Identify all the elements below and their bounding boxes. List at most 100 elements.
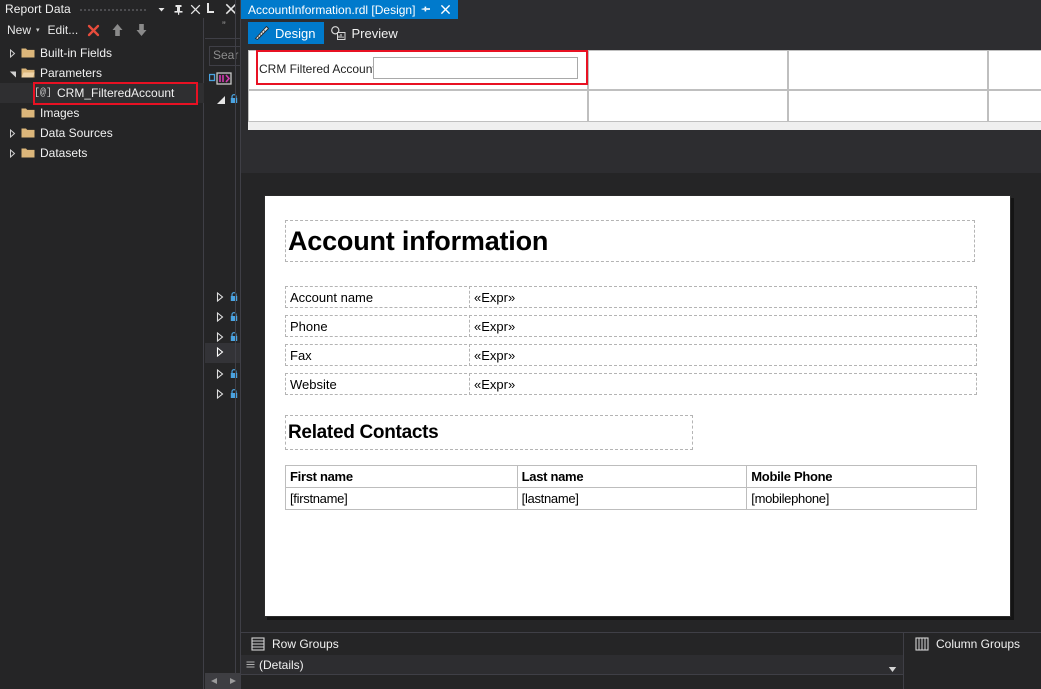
toolbox-scroll-arrows[interactable] <box>205 673 240 689</box>
tree-item-label: Images <box>40 106 80 120</box>
new-button[interactable]: New <box>4 21 34 39</box>
tree-item-built-in-fields[interactable]: Built-in Fields <box>0 43 204 63</box>
groups-pane: Row Groups Column Groups (Details) <box>241 632 1041 689</box>
table-row: [firstname] [lastname] [mobilephone] <box>285 487 977 510</box>
row-groups-list: (Details) <box>241 655 903 689</box>
parameter-icon: [@] <box>33 87 52 99</box>
tab-design[interactable]: Design <box>248 22 325 44</box>
tree-item-label: Parameters <box>40 66 103 80</box>
toolbox-lock-icon <box>230 291 238 305</box>
folder-open-icon <box>19 63 36 83</box>
move-up-arrow-icon[interactable] <box>105 20 129 40</box>
row-group-item-details[interactable]: (Details) <box>241 655 903 675</box>
chevron-right-icon[interactable] <box>216 368 224 382</box>
tree-item-label: Data Sources <box>40 126 113 140</box>
table-header-last-name[interactable]: Last name <box>516 465 748 488</box>
folder-icon <box>19 103 36 123</box>
close-icon[interactable] <box>187 1 204 18</box>
chevron-down-icon[interactable] <box>153 1 170 18</box>
chevron-down-expanded-icon[interactable] <box>6 63 19 83</box>
table-cell-mobilephone[interactable]: [mobilephone] <box>746 487 977 510</box>
row-groups-header: Row Groups <box>247 633 339 655</box>
tab-preview[interactable]: Preview <box>324 22 406 44</box>
parameter-cell-empty[interactable] <box>788 90 988 122</box>
parameter-cell-empty[interactable] <box>248 90 588 122</box>
toolbox-item-icon[interactable] <box>208 72 235 91</box>
chevron-right-icon[interactable] <box>6 143 19 163</box>
design-ruler-icon <box>252 24 272 42</box>
table-header-first-name[interactable]: First name <box>285 465 518 488</box>
pin-icon[interactable] <box>418 1 434 18</box>
column-groups-icon <box>911 635 933 653</box>
column-groups-list[interactable] <box>904 655 1041 689</box>
report-data-panel: Report Data New ▾ Edit... Built-in Field… <box>0 0 204 689</box>
pin-icon[interactable] <box>170 1 187 18</box>
chevron-right-icon[interactable] <box>216 388 224 402</box>
toolbox-ellipsis: ” <box>222 20 226 32</box>
chevron-right-icon[interactable] <box>216 346 224 360</box>
document-tab-title: AccountInformation.rdl [Design] <box>248 2 416 17</box>
column-groups-header: Column Groups <box>911 633 1020 655</box>
design-preview-mode-bar: Design Preview <box>241 19 1041 47</box>
tree-item-images[interactable]: Images <box>0 103 204 123</box>
related-contacts-table[interactable]: First name Last name Mobile Phone [first… <box>285 465 977 510</box>
document-tab-bar: AccountInformation.rdl [Design] <box>241 0 1041 19</box>
chevron-right-icon[interactable] <box>6 123 19 143</box>
tree-item-datasets[interactable]: Datasets <box>0 143 204 163</box>
field-value-fax[interactable]: «Expr» <box>469 344 977 366</box>
parameter-value-input[interactable] <box>373 57 578 79</box>
field-label-phone[interactable]: Phone <box>285 315 472 337</box>
report-design-surface[interactable]: Account information Account name «Expr» … <box>241 173 1041 632</box>
chevron-down-icon[interactable] <box>888 662 897 676</box>
toolbox-expander-triangle-icon[interactable] <box>216 94 226 108</box>
parameter-cell-empty[interactable] <box>788 50 988 90</box>
report-data-tree: Built-in Fields Parameters [@] CRM_Filte… <box>0 43 204 689</box>
folder-icon <box>19 123 36 143</box>
parameter-cell-empty[interactable] <box>988 50 1041 90</box>
close-icon[interactable] <box>437 1 453 18</box>
field-value-phone[interactable]: «Expr» <box>469 315 977 337</box>
tree-item-parameters[interactable]: Parameters <box>0 63 204 83</box>
parameter-cell-crm-filtered-account[interactable]: CRM Filtered Account <box>248 50 588 90</box>
chevron-right-icon[interactable] <box>216 311 224 325</box>
parameter-cell-empty[interactable] <box>588 90 788 122</box>
parameter-cell-empty[interactable] <box>988 90 1041 122</box>
scroll-right-icon <box>229 678 236 684</box>
field-label-fax[interactable]: Fax <box>285 344 472 366</box>
parameter-label: CRM Filtered Account <box>259 62 376 76</box>
row-groups-label: Row Groups <box>272 637 339 651</box>
field-value-account-name[interactable]: «Expr» <box>469 286 977 308</box>
chevron-right-icon[interactable] <box>6 43 19 63</box>
delete-x-icon[interactable] <box>81 20 105 40</box>
table-cell-firstname[interactable]: [firstname] <box>285 487 518 510</box>
table-header-mobile-phone[interactable]: Mobile Phone <box>746 465 977 488</box>
field-label-account-name[interactable]: Account name <box>285 286 472 308</box>
close-icon[interactable] <box>222 1 239 18</box>
chevron-right-icon[interactable] <box>216 291 224 305</box>
table-cell-lastname[interactable]: [lastname] <box>516 487 748 510</box>
field-label-website[interactable]: Website <box>285 373 472 395</box>
report-page[interactable]: Account information Account name «Expr» … <box>264 195 1011 617</box>
group-handle-icon <box>241 656 259 674</box>
preview-magnifier-icon <box>328 24 348 42</box>
tree-item-label: CRM_FilteredAccount <box>57 86 175 100</box>
report-title-text: Account information <box>288 225 549 256</box>
document-tab-accountinformation[interactable]: AccountInformation.rdl [Design] <box>241 0 459 19</box>
tree-item-crm-filteredaccount[interactable]: [@] CRM_FilteredAccount <box>0 83 204 103</box>
edit-button[interactable]: Edit... <box>45 21 82 39</box>
row-group-label: (Details) <box>259 657 304 672</box>
parameter-cell-empty[interactable] <box>588 50 788 90</box>
field-value-website[interactable]: «Expr» <box>469 373 977 395</box>
scroll-left-icon <box>210 678 217 684</box>
toolbox-lock-icon <box>230 388 238 402</box>
panel-drag-dots <box>78 0 147 18</box>
tree-item-data-sources[interactable]: Data Sources <box>0 123 204 143</box>
toolbox-lock-icon <box>230 311 238 325</box>
folder-icon <box>19 143 36 163</box>
parameter-grid: CRM Filtered Account <box>248 50 1041 130</box>
row-groups-icon <box>247 635 269 653</box>
new-dropdown-caret-icon[interactable]: ▾ <box>34 26 45 34</box>
toolbox-search-input[interactable]: Sear <box>209 46 240 66</box>
subtitle-text: Related Contacts <box>288 421 439 443</box>
move-down-arrow-icon[interactable] <box>129 20 153 40</box>
